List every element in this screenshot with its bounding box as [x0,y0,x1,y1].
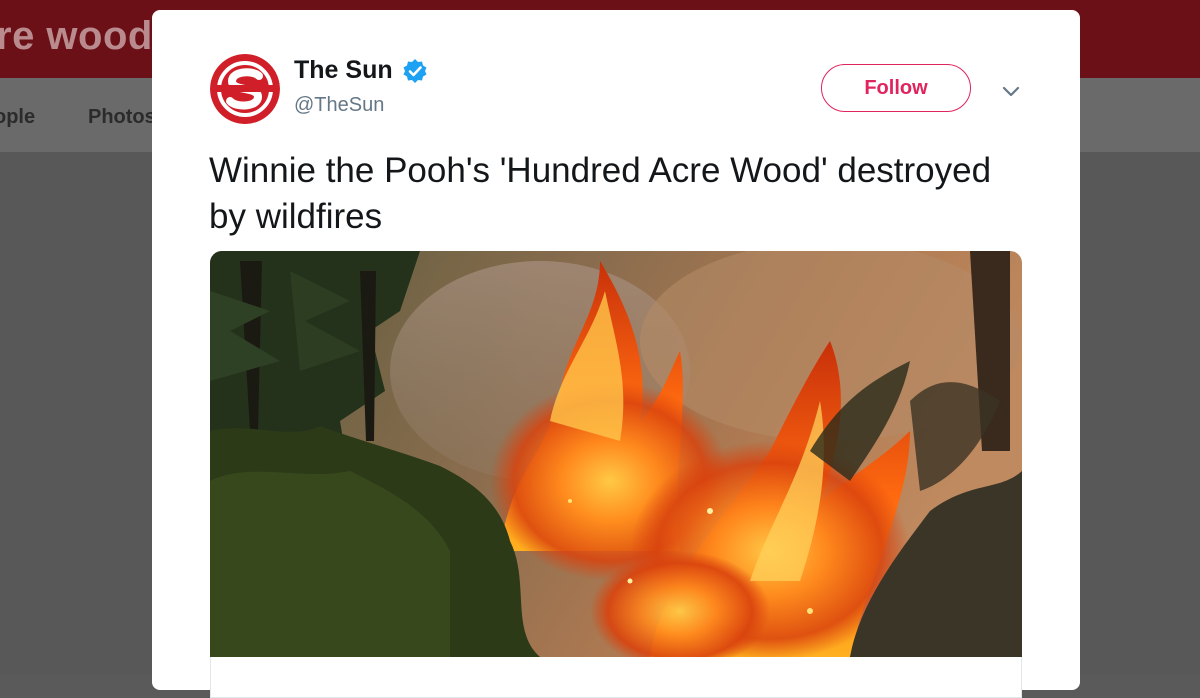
the-sun-logo-icon [210,54,280,124]
background-tab-people[interactable]: ople [0,106,35,129]
tweet-text: Winnie the Pooh's 'Hundred Acre Wood' de… [209,151,992,236]
account-handle[interactable]: @TheSun [294,94,384,117]
wildfire-photo [210,251,1022,657]
follow-button[interactable]: Follow [821,64,971,112]
background-tab-photos[interactable]: Photos [88,106,156,129]
tweet-media-image[interactable] [210,251,1022,657]
avatar[interactable] [210,54,280,124]
account-name[interactable]: The Sun [294,56,393,85]
tweet-card: The Sun @TheSun Follow Winnie the Pooh's… [152,10,1080,698]
verified-badge-icon [403,59,427,83]
chevron-down-icon[interactable] [1000,80,1022,102]
background-page-title: re wood [0,14,153,58]
media-card-footer [210,657,1022,698]
